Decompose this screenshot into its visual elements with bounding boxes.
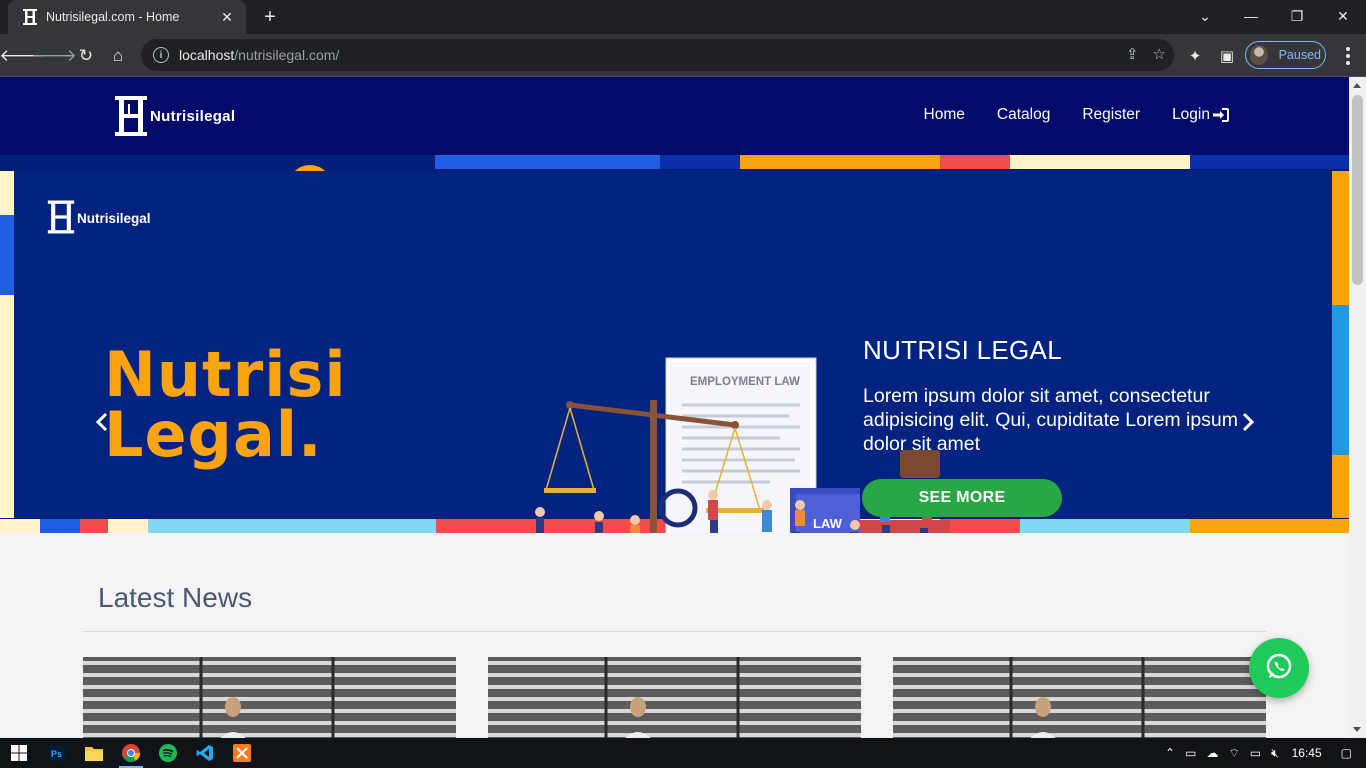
see-more-button[interactable]: SEE MORE [862, 479, 1062, 517]
windows-taskbar: Ps ⌃ ▭ ☁ ⌔ ▭ 🔇︎ 16:45 ▢ [0, 738, 1366, 768]
page-viewport: Nutrisilegal Home Catalog Register Login [0, 77, 1349, 738]
deco-cream-bar [1010, 155, 1190, 169]
browser-tab[interactable]: Nutrisilegal.com - Home ✕ [8, 0, 246, 34]
deco-blue-bar [435, 155, 660, 169]
nav-register[interactable]: Register [1082, 106, 1140, 124]
brand-name: Nutrisilegal [150, 107, 236, 125]
news-card-image[interactable] [893, 657, 1266, 738]
side-panel-icon[interactable]: ▣ [1215, 44, 1239, 68]
whatsapp-icon [1264, 651, 1294, 686]
chevron-up-icon[interactable]: ⌃ [1165, 746, 1175, 760]
svg-text:Ps: Ps [51, 749, 62, 759]
url-host: localhost [179, 47, 235, 63]
photoshop-icon[interactable]: Ps [47, 743, 67, 763]
nav-catalog[interactable]: Catalog [997, 106, 1050, 124]
meet-now-icon[interactable]: ▭ [1185, 746, 1196, 760]
news-card-image[interactable] [488, 657, 861, 738]
deco-left-blue [0, 215, 14, 295]
site-brand[interactable]: Nutrisilegal [114, 96, 235, 136]
hero-logo-text: Nutrisilegal [77, 211, 151, 226]
deco-cyan-b2 [176, 519, 436, 533]
profile-button[interactable]: Paused [1245, 41, 1326, 69]
clock-time[interactable]: 16:45 [1292, 746, 1322, 760]
hero-logo: Nutrisilegal [47, 199, 151, 238]
profile-status: Paused [1278, 48, 1321, 62]
bookmark-star-icon[interactable]: ☆ [1153, 45, 1166, 63]
minimize-button[interactable]: — [1228, 0, 1274, 32]
tab-title: Nutrisilegal.com - Home [46, 10, 180, 24]
hero-big-title-line1: Nutrisi [104, 338, 347, 411]
slide-caption-text: Lorem ipsum dolor sit amet, consectetur … [863, 385, 1239, 455]
scroll-up-icon[interactable] [1353, 83, 1361, 88]
restore-button[interactable]: ❐ [1274, 0, 1320, 32]
address-bar[interactable]: i localhost/nutrisilegal.com/ ⇪ ☆ [141, 39, 1174, 71]
deco-navy-bar [660, 155, 740, 169]
browser-tabstrip: Nutrisilegal.com - Home ✕ + ⌄ — ❐ ✕ [0, 0, 1366, 34]
deco-orange-bar [740, 155, 940, 169]
vscode-icon[interactable] [195, 743, 215, 763]
extensions-icon[interactable]: ✦ [1183, 44, 1207, 68]
deco-navy-bar-2 [1190, 155, 1349, 169]
carousel-prev-icon[interactable] [92, 410, 112, 434]
nav-login[interactable]: Login [1172, 106, 1229, 124]
file-explorer-icon[interactable] [84, 743, 104, 763]
nutrisilegal-logo-icon [47, 199, 77, 238]
whatsapp-chat-button[interactable] [1249, 638, 1309, 698]
latest-news-heading: Latest News [98, 582, 253, 613]
new-tab-button[interactable]: + [258, 6, 282, 28]
hero-big-title-line2: Legal. [104, 398, 323, 471]
battery-icon[interactable]: ▭ [1250, 746, 1261, 760]
notifications-icon[interactable]: ▢ [1341, 746, 1352, 760]
hero-carousel: Nutrisilegal Nutrisi Legal. EMPLOYMENT L… [0, 155, 1349, 533]
hero-big-title: Nutrisi Legal. [104, 338, 347, 471]
browser-toolbar: 🡐 🡒 ↻ ⌂ i localhost/nutrisilegal.com/ ⇪ … [0, 34, 1366, 77]
page-scrollbar[interactable] [1349, 77, 1366, 738]
url-path: /nutrisilegal.com/ [234, 47, 340, 63]
chrome-icon[interactable] [121, 743, 141, 763]
deco-right-cyan [1332, 305, 1349, 455]
share-icon[interactable]: ⇪ [1126, 45, 1139, 63]
site-favicon-icon [22, 9, 38, 25]
reload-button[interactable]: ↻ [72, 42, 100, 70]
section-divider [83, 631, 1266, 632]
scroll-down-icon[interactable] [1353, 727, 1361, 732]
carousel-next-icon[interactable] [1238, 410, 1258, 434]
nav-home[interactable]: Home [924, 106, 965, 124]
volume-muted-icon[interactable]: 🔇︎ [1271, 746, 1279, 761]
wifi-icon[interactable]: ⌔ [1228, 746, 1239, 761]
law-book-label: LAW [813, 516, 843, 531]
slide-caption-title: NUTRISI LEGAL [863, 335, 1062, 365]
site-navbar: Nutrisilegal Home Catalog Register Login [0, 77, 1349, 155]
deco-red-bar [940, 155, 1010, 169]
main-nav: Home Catalog Register Login [924, 106, 1229, 124]
deco-cream-b2 [108, 519, 148, 533]
site-info-icon[interactable]: i [153, 47, 169, 63]
avatar [1250, 45, 1268, 65]
deco-cyan-b1 [148, 519, 176, 533]
home-button[interactable]: ⌂ [104, 42, 132, 70]
onedrive-cloud-icon[interactable]: ☁ [1206, 746, 1218, 760]
deco-cyan-b3 [1020, 519, 1190, 533]
scrollbar-thumb[interactable] [1352, 95, 1363, 285]
nutrisilegal-logo-icon [114, 96, 148, 136]
xampp-icon[interactable] [232, 743, 252, 763]
close-tab-icon[interactable]: ✕ [218, 8, 236, 26]
deco-red-b1 [80, 519, 108, 533]
close-window-button[interactable]: ✕ [1320, 0, 1366, 32]
tab-search-icon[interactable]: ⌄ [1182, 0, 1228, 32]
nav-login-label: Login [1172, 106, 1210, 123]
document-title: EMPLOYMENT LAW [690, 376, 800, 388]
deco-blue-b1 [40, 519, 80, 533]
deco-cream-b1 [0, 519, 40, 533]
deco-orange-b2 [1190, 519, 1349, 533]
windows-start-icon[interactable] [9, 743, 29, 763]
news-card-image[interactable] [83, 657, 456, 738]
forward-button[interactable]: 🡒 [31, 42, 77, 70]
browser-menu-icon[interactable] [1336, 44, 1360, 68]
sign-in-icon [1213, 108, 1229, 122]
spotify-icon[interactable] [158, 743, 178, 763]
system-tray: ⌃ ▭ ☁ ⌔ ▭ 🔇︎ 16:45 ▢ [1160, 738, 1366, 768]
